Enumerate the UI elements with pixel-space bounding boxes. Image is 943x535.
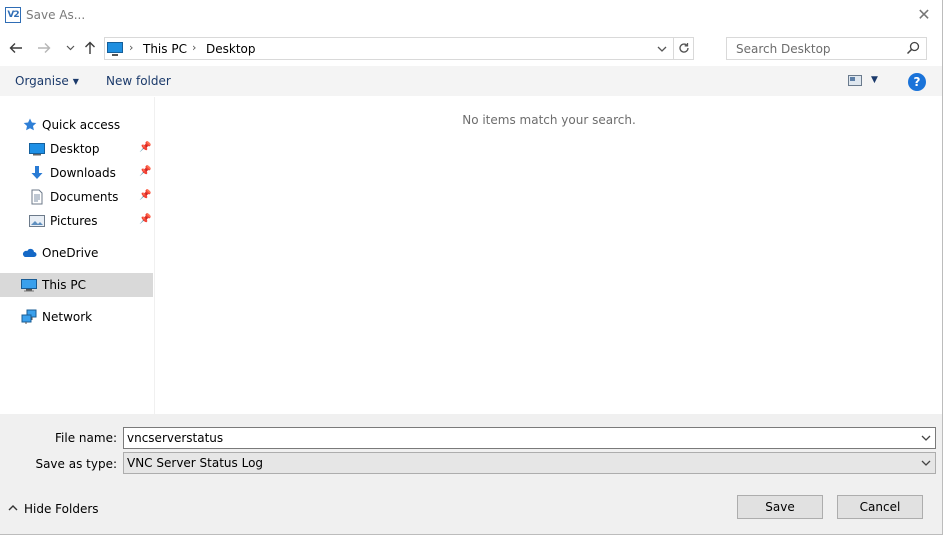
save-as-dialog: V2 Save As... ✕ › This PC › Desktop Sear… <box>0 0 943 535</box>
pin-icon: 📌 <box>139 214 152 225</box>
chevron-down-icon <box>921 460 931 466</box>
computer-icon <box>21 279 37 292</box>
picture-icon <box>29 215 45 227</box>
star-icon <box>23 118 37 131</box>
back-button[interactable] <box>7 37 25 59</box>
file-name-label: File name: <box>55 431 117 445</box>
file-list-pane[interactable]: No items match your search. <box>156 97 942 414</box>
empty-message: No items match your search. <box>462 113 636 127</box>
title-bar: V2 Save As... ✕ <box>0 0 942 31</box>
pin-icon: 📌 <box>139 166 152 177</box>
refresh-icon <box>678 43 689 53</box>
nav-item-downloads[interactable]: Downloads 📌 <box>0 161 153 185</box>
nav-item-label: Desktop <box>50 142 100 156</box>
file-name-input[interactable] <box>127 430 912 446</box>
save-as-type-label: Save as type: <box>35 457 117 471</box>
organise-label: Organise <box>15 74 69 88</box>
save-form-panel: File name: Save as type: VNC Server Stat… <box>0 414 942 534</box>
desktop-folder-icon <box>29 143 45 156</box>
nav-item-label: This PC <box>42 278 86 292</box>
computer-icon <box>107 42 123 56</box>
organise-menu-button[interactable]: Organise ▼ <box>15 74 79 88</box>
file-name-field[interactable] <box>123 427 936 449</box>
cancel-button[interactable]: Cancel <box>837 495 923 519</box>
hide-folders-label: Hide Folders <box>24 502 99 516</box>
nav-item-quick-access[interactable]: Quick access <box>0 113 153 137</box>
arrow-up-icon <box>85 41 95 54</box>
breadcrumb-this-pc[interactable]: This PC <box>143 42 187 56</box>
pin-icon: 📌 <box>139 142 152 153</box>
nav-item-this-pc[interactable]: This PC <box>0 273 153 297</box>
address-bar[interactable]: › This PC › Desktop <box>104 37 694 60</box>
nav-item-label: Quick access <box>42 118 121 132</box>
file-name-dropdown-button[interactable] <box>920 430 932 446</box>
save-as-type-value: VNC Server Status Log <box>127 456 264 470</box>
nav-item-label: Documents <box>50 190 119 204</box>
navigation-pane: Quick access Desktop 📌 Downloads 📌 Docum… <box>0 97 155 414</box>
nav-item-label: OneDrive <box>42 246 99 260</box>
up-button[interactable] <box>81 37 99 59</box>
new-folder-button[interactable]: New folder <box>106 74 171 88</box>
chevron-up-icon <box>8 505 18 511</box>
search-icon <box>906 41 920 55</box>
help-icon[interactable]: ? <box>908 73 926 91</box>
document-icon <box>31 189 43 205</box>
nav-item-label: Pictures <box>50 214 98 228</box>
chevron-down-icon <box>66 45 74 51</box>
save-as-type-dropdown-button[interactable] <box>920 455 932 471</box>
forward-button[interactable] <box>35 37 53 59</box>
nav-item-network[interactable]: Network <box>0 305 153 329</box>
search-placeholder: Search Desktop <box>736 42 831 56</box>
breadcrumb-separator: › <box>129 41 134 54</box>
nav-item-documents[interactable]: Documents 📌 <box>0 185 153 209</box>
nav-item-label: Downloads <box>50 166 116 180</box>
command-bar: Organise ▼ New folder ▼ ? <box>0 66 942 96</box>
refresh-button[interactable] <box>673 38 693 59</box>
chevron-down-icon <box>657 46 667 52</box>
chevron-down-icon <box>921 435 931 441</box>
search-input[interactable]: Search Desktop <box>726 37 927 60</box>
vnc-app-icon: V2 <box>5 7 21 23</box>
address-row: › This PC › Desktop Search Desktop <box>0 35 942 61</box>
save-as-type-select[interactable]: VNC Server Status Log <box>123 452 936 474</box>
breadcrumb-desktop[interactable]: Desktop <box>206 42 256 56</box>
nav-item-onedrive[interactable]: OneDrive <box>0 241 153 265</box>
nav-item-label: Network <box>42 310 93 324</box>
change-view-icon[interactable] <box>848 75 862 86</box>
caret-down-icon: ▼ <box>72 77 79 86</box>
cloud-icon <box>22 248 37 257</box>
breadcrumb-separator: › <box>192 41 197 54</box>
network-icon <box>21 309 37 324</box>
close-button[interactable]: ✕ <box>914 4 934 26</box>
pin-icon: 📌 <box>139 190 152 201</box>
nav-item-pictures[interactable]: Pictures 📌 <box>0 209 153 233</box>
save-button[interactable]: Save <box>737 495 823 519</box>
window-title: Save As... <box>26 8 86 22</box>
hide-folders-button[interactable]: Hide Folders <box>8 502 99 516</box>
download-arrow-icon <box>31 166 43 179</box>
address-dropdown-button[interactable] <box>655 40 669 58</box>
arrow-right-icon <box>38 43 51 53</box>
recent-locations-button[interactable] <box>61 37 79 59</box>
view-options-dropdown[interactable]: ▼ <box>871 75 878 85</box>
nav-item-desktop[interactable]: Desktop 📌 <box>0 137 153 161</box>
arrow-left-icon <box>9 43 22 53</box>
